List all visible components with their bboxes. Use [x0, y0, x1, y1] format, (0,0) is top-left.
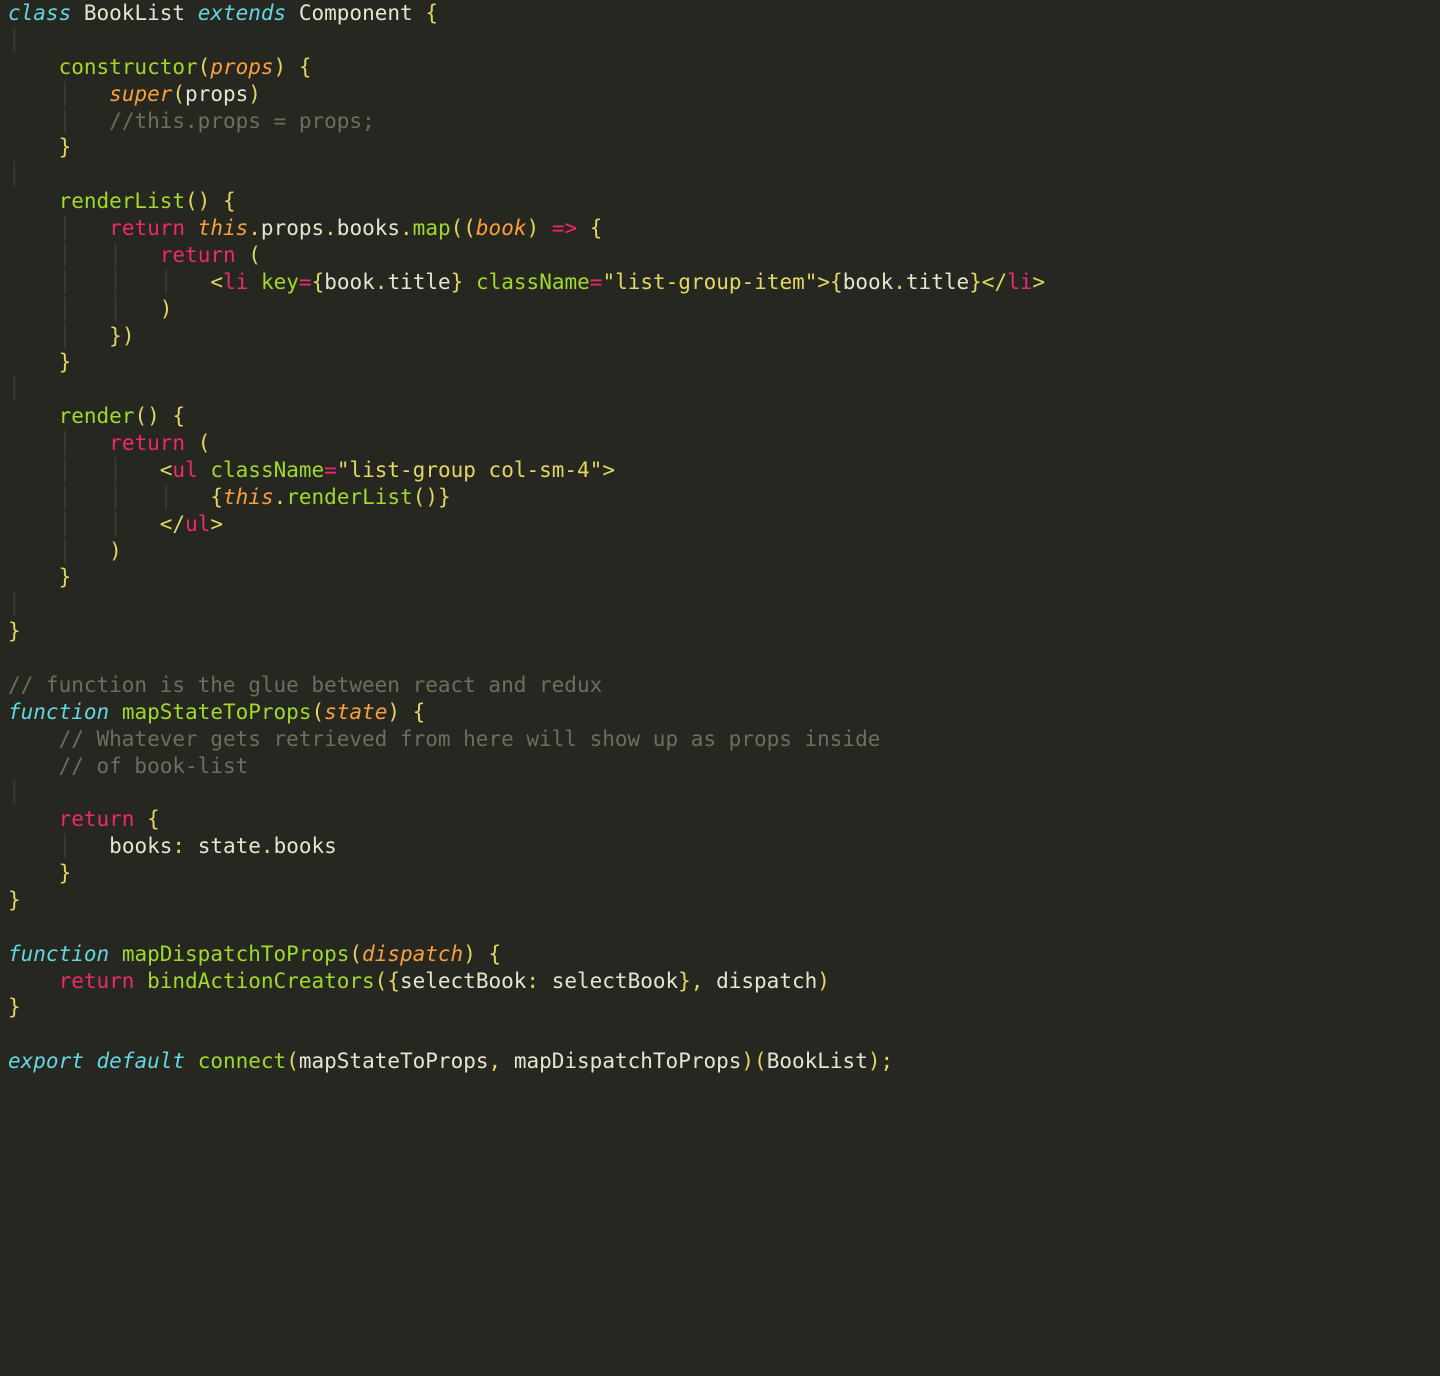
code-line: │ return (: [8, 431, 210, 455]
code-line: │ }): [8, 324, 134, 348]
code-line: │ ): [8, 539, 122, 563]
code-line: │ │ │ {this.renderList()}: [8, 485, 451, 509]
code-line: }: [8, 135, 71, 159]
code-line: │ super(props): [8, 82, 261, 106]
code-line: │ │ <ul className="list-group col-sm-4">: [8, 458, 615, 482]
code-line: constructor(props) {: [8, 55, 312, 79]
code-line: class BookList extends Component {: [8, 1, 438, 25]
code-line: │: [8, 162, 21, 186]
code-line: │: [8, 780, 21, 804]
code-line: }: [8, 888, 21, 912]
code-line: │ │ </ul>: [8, 512, 223, 536]
code-line: return bindActionCreators({selectBook: s…: [8, 969, 830, 993]
code-line: // function is the glue between react an…: [8, 673, 602, 697]
code-line: │ │ return (: [8, 243, 261, 267]
code-line: }: [8, 619, 21, 643]
code-line: }: [8, 350, 71, 374]
code-line: renderList() {: [8, 189, 236, 213]
code-line: │: [8, 592, 21, 616]
code-line: export default connect(mapStateToProps, …: [8, 1049, 893, 1073]
code-line: │ │ │ <li key={book.title} className="li…: [8, 270, 1045, 294]
code-line: │: [8, 377, 21, 401]
code-line: }: [8, 995, 21, 1019]
code-editor[interactable]: class BookList extends Component { │ con…: [0, 0, 1440, 1075]
code-line: function mapStateToProps(state) {: [8, 700, 425, 724]
code-line: return {: [8, 807, 160, 831]
code-line: │ │ ): [8, 297, 172, 321]
code-line: // Whatever gets retrieved from here wil…: [8, 727, 880, 751]
code-line: render() {: [8, 404, 185, 428]
code-line: // of book-list: [8, 754, 248, 778]
code-line: │: [8, 28, 21, 52]
code-line: │ books: state.books: [8, 834, 337, 858]
code-line: }: [8, 565, 71, 589]
code-line: │ return this.props.books.map((book) => …: [8, 216, 602, 240]
code-line: function mapDispatchToProps(dispatch) {: [8, 942, 501, 966]
code-line: │ //this.props = props;: [8, 109, 375, 133]
code-line: }: [8, 861, 71, 885]
